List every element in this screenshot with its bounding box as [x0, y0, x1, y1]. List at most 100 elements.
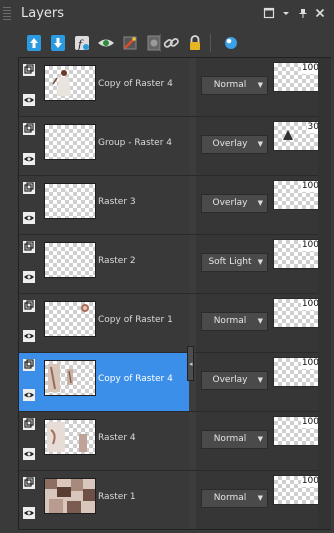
blend-mode-label: Overlay [212, 375, 248, 385]
layer-row[interactable]: Raster 2 Soft Light ▼ 100 [19, 235, 330, 294]
blend-mode-dropdown[interactable]: Normal ▼ [201, 489, 268, 508]
blend-mode-dropdown[interactable]: Overlay ▼ [201, 371, 268, 390]
layer-row-left[interactable]: Raster 2 [19, 235, 189, 293]
dropdown-arrow-icon: ▼ [257, 376, 263, 384]
layer-properties: Normal ▼ 100 [196, 471, 330, 529]
eye-icon[interactable] [22, 93, 36, 107]
layer-row-left[interactable]: Group - Raster 4 [19, 117, 189, 175]
delete-layer-icon[interactable] [120, 33, 140, 53]
layer-row[interactable]: Raster 3 Overlay ▼ 100 [19, 176, 330, 235]
chevron-down-icon[interactable] [279, 7, 293, 21]
eye-icon[interactable] [22, 506, 36, 520]
blend-mode-label: Normal [213, 434, 247, 444]
layer-thumbnail [44, 242, 96, 278]
layer-row[interactable]: Group - Raster 4 Overlay ▼ 30 [19, 117, 330, 176]
layers-toolbar: f [0, 28, 334, 58]
layers-panel: Layers f Copy of Raster 4 Normal ▼ 100 G… [0, 0, 334, 533]
opacity-slider[interactable]: 100 [273, 416, 323, 446]
blend-mode-dropdown[interactable]: Overlay ▼ [201, 194, 268, 213]
layer-type-icon[interactable] [22, 122, 36, 136]
layer-row[interactable]: Copy of Raster 1 Normal ▼ 100 [19, 294, 330, 353]
eye-icon[interactable] [22, 270, 36, 284]
dropdown-arrow-icon: ▼ [257, 494, 263, 502]
layer-type-icon[interactable] [22, 299, 36, 313]
layer-thumbnail [44, 419, 96, 455]
layer-type-icon[interactable] [22, 417, 36, 431]
layer-row[interactable]: Raster 1 Normal ▼ 100 [19, 471, 330, 529]
blend-mode-label: Overlay [212, 139, 248, 149]
layer-row[interactable]: Raster 4 Normal ▼ 100 [19, 412, 330, 471]
float-icon[interactable] [262, 7, 276, 21]
layer-properties: Overlay ▼ 100 [196, 353, 330, 411]
blend-mode-dropdown[interactable]: Soft Light ▼ [201, 253, 268, 272]
layer-properties: Soft Light ▼ 100 [196, 235, 330, 293]
blend-mode-dropdown[interactable]: Overlay ▼ [201, 135, 268, 154]
layer-name[interactable]: Raster 4 [98, 433, 136, 443]
layer-thumbnail [44, 65, 96, 101]
blend-mode-label: Soft Light [208, 257, 252, 267]
layer-type-icon[interactable] [22, 181, 36, 195]
adjustment-layer-icon[interactable]: f [72, 33, 92, 53]
layer-row[interactable]: Copy of Raster 4 Overlay ▼ 100 [19, 353, 330, 412]
blend-mode-label: Normal [213, 316, 247, 326]
splitter-handle[interactable]: ◂ [187, 346, 194, 381]
opacity-slider[interactable]: 100 [273, 62, 323, 92]
eye-icon[interactable] [22, 388, 36, 402]
drag-grip[interactable] [3, 7, 11, 21]
pin-icon[interactable] [296, 7, 310, 21]
opacity-marker[interactable] [283, 130, 293, 140]
eye-icon[interactable] [22, 329, 36, 343]
opacity-slider[interactable]: 100 [273, 180, 323, 210]
title-bar[interactable]: Layers [0, 0, 334, 28]
layer-type-icon[interactable] [22, 63, 36, 77]
layer-row[interactable]: Copy of Raster 4 Normal ▼ 100 [19, 58, 330, 117]
link-icon[interactable] [161, 33, 181, 53]
opacity-slider[interactable]: 100 [273, 298, 323, 328]
layer-properties: Normal ▼ 100 [196, 58, 330, 116]
blend-mode-dropdown[interactable]: Normal ▼ [201, 312, 268, 331]
layer-row-left[interactable]: Copy of Raster 4 [19, 353, 189, 411]
dropdown-arrow-icon: ▼ [257, 258, 263, 266]
layer-row-left[interactable]: Copy of Raster 1 [19, 294, 189, 352]
dropdown-arrow-icon: ▼ [257, 81, 263, 89]
blend-mode-label: Overlay [212, 198, 248, 208]
eye-icon[interactable] [22, 152, 36, 166]
layer-name[interactable]: Copy of Raster 4 [98, 79, 173, 89]
layer-row-left[interactable]: Raster 1 [19, 471, 189, 529]
eye-icon[interactable] [22, 447, 36, 461]
opacity-slider[interactable]: 30 [273, 121, 323, 151]
layer-properties: Overlay ▼ 30 [196, 117, 330, 175]
lock-icon[interactable] [185, 33, 205, 53]
layer-type-icon[interactable] [22, 240, 36, 254]
opacity-slider[interactable]: 100 [273, 475, 323, 505]
new-vector-layer-icon[interactable] [48, 33, 68, 53]
layer-type-icon[interactable] [22, 358, 36, 372]
layer-name[interactable]: Raster 3 [98, 197, 136, 207]
new-raster-layer-icon[interactable] [24, 33, 44, 53]
layer-thumbnail [44, 478, 96, 514]
layer-name[interactable]: Copy of Raster 1 [98, 315, 173, 325]
visibility-icon[interactable] [96, 33, 116, 53]
layer-row-left[interactable]: Copy of Raster 4 [19, 58, 189, 116]
layer-thumbnail [44, 183, 96, 219]
layer-thumbnail [44, 360, 96, 396]
layer-row-left[interactable]: Raster 3 [19, 176, 189, 234]
layer-name[interactable]: Group - Raster 4 [98, 138, 172, 148]
layer-name[interactable]: Raster 1 [98, 492, 136, 502]
layer-type-icon[interactable] [22, 476, 36, 490]
toolbar-divider [210, 34, 211, 52]
dropdown-arrow-icon: ▼ [257, 140, 263, 148]
opacity-slider[interactable]: 100 [273, 357, 323, 387]
layer-name[interactable]: Raster 2 [98, 256, 136, 266]
opacity-slider[interactable]: 100 [273, 239, 323, 269]
scrollbar[interactable] [318, 58, 331, 529]
close-icon[interactable] [313, 7, 327, 21]
eye-icon[interactable] [22, 211, 36, 225]
splitter-grip-icon: ◂ [189, 360, 193, 368]
layer-row-left[interactable]: Raster 4 [19, 412, 189, 470]
layer-name[interactable]: Copy of Raster 4 [98, 374, 173, 384]
blend-mode-dropdown[interactable]: Normal ▼ [201, 76, 268, 95]
effects-icon[interactable] [221, 33, 241, 53]
blend-mode-dropdown[interactable]: Normal ▼ [201, 430, 268, 449]
dropdown-arrow-icon: ▼ [257, 435, 263, 443]
